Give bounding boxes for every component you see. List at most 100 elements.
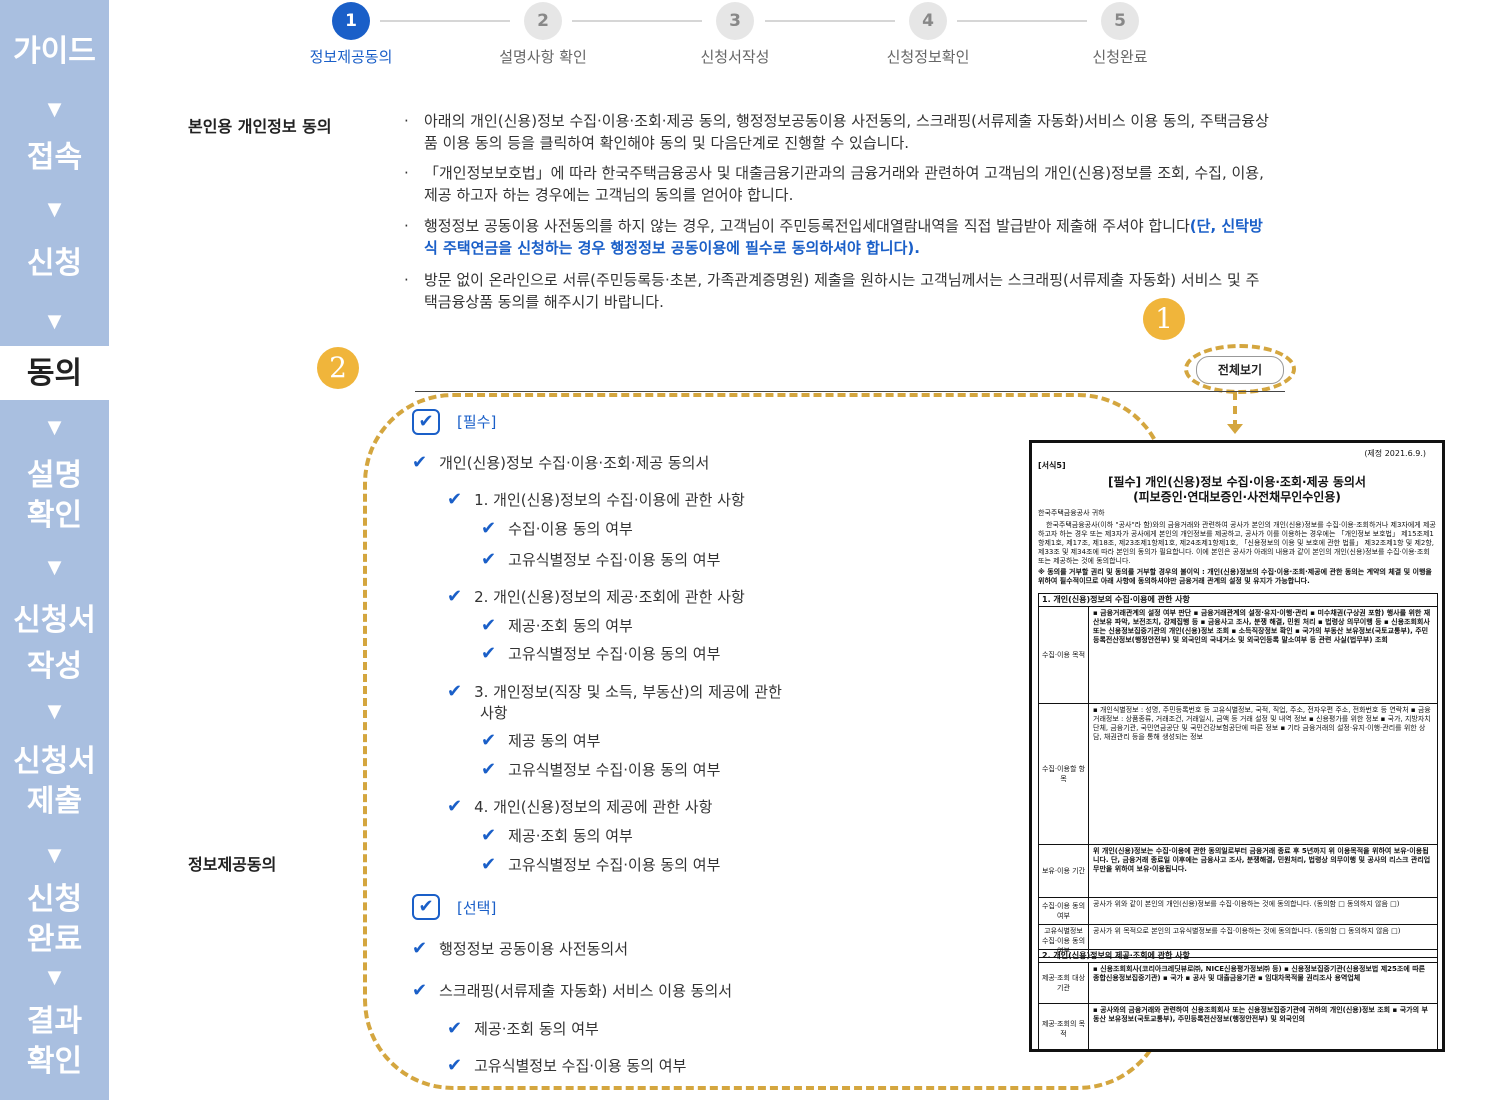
down-arrow-icon: ▼ <box>47 417 62 438</box>
checkmark-icon: ✔ <box>447 489 463 510</box>
guide-sidebar: 가이드 ▼ 접속 ▼ 신청 ▼ 동의 ▼ 설명 확인 ▼ 신청서 작성 ▼ 신청… <box>0 0 109 1100</box>
consent-item[interactable]: ✔ 고유식별정보 수집·이용 동의 여부 <box>481 643 720 664</box>
consent-item[interactable]: ✔ 행정정보 공동이용 사전동의서 <box>412 938 628 959</box>
consent-item[interactable]: ✔ 제공·조회 동의 여부 <box>481 615 633 636</box>
step-number: 4 <box>909 2 947 40</box>
sidebar-item-form-write[interactable]: 신청서 작성 <box>0 598 109 690</box>
consent-item[interactable]: ✔ 고유식별정보 수집·이용 동의 여부 <box>481 549 720 570</box>
bullet-text: 방문 없이 온라인으로 서류(주민등록등·초본, 가족관계증명원) 제출을 원하… <box>424 271 1260 311</box>
consent-item[interactable]: ✔ 스크래핑(서류제출 자동화) 서비스 이용 동의서 <box>412 980 732 1001</box>
required-tag: [필수] <box>457 413 497 431</box>
required-all-checkbox[interactable]: ✔ <box>412 409 440 435</box>
sidebar-item-form-submit[interactable]: 신청서 제출 <box>0 742 109 822</box>
step-label: 신청완료 <box>1092 48 1148 66</box>
sidebar-item-consent[interactable]: 동의 <box>0 354 109 394</box>
consent-item-label: 제공 동의 여부 <box>508 732 601 750</box>
consent-item[interactable]: ✔ 개인(신용)정보 수집·이용·조회·제공 동의서 <box>412 452 709 473</box>
step-2: 2 설명사항 확인 <box>473 2 613 67</box>
down-arrow-icon: ▼ <box>47 99 62 120</box>
sidebar-item-apply[interactable]: 신청 <box>0 244 109 284</box>
bullet-text-admin: 행정정보 공동이용 사전동의를 하지 않는 경우, 고객님이 주민등록전입세대열… <box>410 215 1270 259</box>
consent-item[interactable]: ✔ 고유식별정보 수집·이용 동의 여부 <box>481 759 720 780</box>
checkmark-icon: ✔ <box>412 938 428 959</box>
row-value: 위 개인(신용)정보는 수집·이용에 관한 동의일로부터 금융거래 종료 후 5… <box>1093 847 1431 873</box>
section-divider <box>415 391 1285 392</box>
step-1: 1 정보제공동의 <box>281 2 421 67</box>
sidebar-item-explain-confirm[interactable]: 설명 확인 <box>0 456 109 536</box>
consent-item-label: 고유식별정보 수집·이용 동의 여부 <box>508 761 721 779</box>
info-bullet: · 행정정보 공동이용 사전동의를 하지 않는 경우, 고객님이 주민등록전입세대… <box>404 215 1270 259</box>
consent-item-continued: 사항 <box>480 702 508 723</box>
document-row: 수집·이용 목적 ▪ 금융거래관계의 설정 여부 판단 ▪ 금융거래관계의 설정·… <box>1039 607 1437 704</box>
callout-arrow <box>1233 392 1237 428</box>
consent-item-label: 고유식별정보 수집·이용 동의 여부 <box>474 1057 687 1075</box>
optional-tag: [선택] <box>457 899 497 917</box>
row-value: ▪ 금융거래관계의 설정 여부 판단 ▪ 금융거래관계의 설정·유지·이행·관리… <box>1093 609 1431 644</box>
sidebar-item-connect[interactable]: 접속 <box>0 138 109 178</box>
consent-item[interactable]: ✔ 3. 개인정보(직장 및 소득, 부동산)의 제공에 관한 <box>447 681 782 702</box>
document-row: 보유·이용 기간 위 개인(신용)정보는 수집·이용에 관한 동의일로부터 금융거… <box>1039 845 1437 898</box>
checkmark-icon: ✔ <box>447 681 463 702</box>
consent-item[interactable]: ✔ 고유식별정보 수집·이용 동의 여부 <box>447 1055 686 1076</box>
callout-badge-2: 2 <box>317 347 359 389</box>
checkmark-icon: ✔ <box>447 1055 463 1076</box>
step-4: 4 신청정보확인 <box>858 2 998 67</box>
down-arrow-icon: ▼ <box>47 701 62 722</box>
checkmark-icon: ✔ <box>447 1018 463 1039</box>
consent-item-label: 스크래핑(서류제출 자동화) 서비스 이용 동의서 <box>439 982 733 1000</box>
consent-item-label: 제공·조회 동의 여부 <box>474 1020 599 1038</box>
view-all-button[interactable]: 전체보기 <box>1196 356 1284 384</box>
consent-item[interactable]: ✔ 4. 개인(신용)정보의 제공에 관한 사항 <box>447 796 712 817</box>
consent-item-label: 4. 개인(신용)정보의 제공에 관한 사항 <box>474 798 713 816</box>
optional-all-checkbox[interactable]: ✔ <box>412 894 440 920</box>
section-heading: 1. 개인(신용)정보의 수집·이용에 관한 사항 <box>1039 594 1437 607</box>
consent-item-label: 사항 <box>480 704 508 722</box>
consent-item[interactable]: ✔ 수집·이용 동의 여부 <box>481 518 633 539</box>
step-number: 3 <box>716 2 754 40</box>
consent-item-label: 고유식별정보 수집·이용 동의 여부 <box>508 551 721 569</box>
checkmark-icon: ✔ <box>447 586 463 607</box>
consent-item[interactable]: ✔ 고유식별정보 수집·이용 동의 여부 <box>481 854 720 875</box>
checkmark-icon: ✔ <box>481 549 497 570</box>
checkmark-icon: ✔ <box>481 759 497 780</box>
down-arrow-icon: ▼ <box>47 845 62 866</box>
consent-item[interactable]: ✔ 2. 개인(신용)정보의 제공·조회에 관한 사항 <box>447 586 745 607</box>
down-arrow-icon: ▼ <box>47 557 62 578</box>
document-section-2: 2. 개인(신용)정보의 제공·조회에 관한 사항 제공·조회 대상기관 ▪ 신용… <box>1038 949 1438 1049</box>
consent-item-label: 고유식별정보 수집·이용 동의 여부 <box>508 645 721 663</box>
row-key: 수집·이용 동의 여부 <box>1039 898 1089 924</box>
document-title: [필수] 개인(신용)정보 수집·이용·조회·제공 동의서 (피보증인·연대보증… <box>1032 475 1442 505</box>
document-subtitle: (피보증인·연대보증인·사전채무인수인용) <box>1133 490 1341 504</box>
consent-item-label: 행정정보 공동이용 사전동의서 <box>439 940 629 958</box>
row-value: 공사가 위와 같이 본인의 개인(신용)정보를 수집·이용하는 것에 동의합니다… <box>1093 900 1400 908</box>
consent-item[interactable]: ✔ 제공 동의 여부 <box>481 730 600 751</box>
checkmark-icon: ✔ <box>447 796 463 817</box>
consent-item-label: 2. 개인(신용)정보의 제공·조회에 관한 사항 <box>474 588 745 606</box>
info-bullet: · 「개인정보보호법」에 따라 한국주택금융공사 및 대출금융기관과의 금융거래와… <box>404 162 1270 206</box>
document-body: 한국주택금융공사 귀하 한국주택금융공사(이하 "공사"라 함)와의 금융거래와… <box>1038 509 1438 586</box>
step-3: 3 신청서작성 <box>665 2 805 67</box>
sidebar-item-apply-complete[interactable]: 신청 완료 <box>0 880 109 960</box>
row-key: 수집·이용할 항목 <box>1039 704 1089 844</box>
document-row: 수집·이용 동의 여부 공사가 위와 같이 본인의 개인(신용)정보를 수집·이용… <box>1039 898 1437 925</box>
consent-item[interactable]: ✔ 제공·조회 동의 여부 <box>481 825 633 846</box>
down-arrow-icon: ▼ <box>47 967 62 988</box>
sidebar-item-guide[interactable]: 가이드 <box>0 32 109 72</box>
consent-item-label: 3. 개인정보(직장 및 소득, 부동산)의 제공에 관한 <box>474 683 782 701</box>
consent-item-label: 제공·조회 동의 여부 <box>508 827 633 845</box>
step-label: 신청정보확인 <box>886 48 970 66</box>
consent-item[interactable]: ✔ 1. 개인(신용)정보의 수집·이용에 관한 사항 <box>447 489 745 510</box>
down-arrow-icon: ▼ <box>47 199 62 220</box>
row-value: ▪ 신용조회회사(코리아크레딧뷰로㈜, NICE신용평가정보㈜ 등) ▪ 신용정… <box>1093 965 1426 982</box>
checkmark-icon: ✔ <box>481 730 497 751</box>
checkmark-icon: ✔ <box>481 518 497 539</box>
info-consent-title: 정보제공동의 <box>188 855 277 874</box>
callout-badge-1: 1 <box>1143 298 1185 340</box>
sidebar-item-result-check[interactable]: 결과 확인 <box>0 1002 109 1082</box>
step-label: 정보제공동의 <box>309 48 393 66</box>
consent-item[interactable]: ✔ 제공·조회 동의 여부 <box>447 1018 599 1039</box>
document-section-1: 1. 개인(신용)정보의 수집·이용에 관한 사항 수집·이용 목적 ▪ 금융거래… <box>1038 593 1438 958</box>
bullet-text: 「개인정보보호법」에 따라 한국주택금융공사 및 대출금융기관과의 금융거래와 … <box>424 164 1264 204</box>
bullet-text: 아래의 개인(신용)정보 수집·이용·조회·제공 동의, 행정정보공동이용 사전… <box>424 112 1269 152</box>
row-key: 보유·이용 기간 <box>1039 845 1089 897</box>
